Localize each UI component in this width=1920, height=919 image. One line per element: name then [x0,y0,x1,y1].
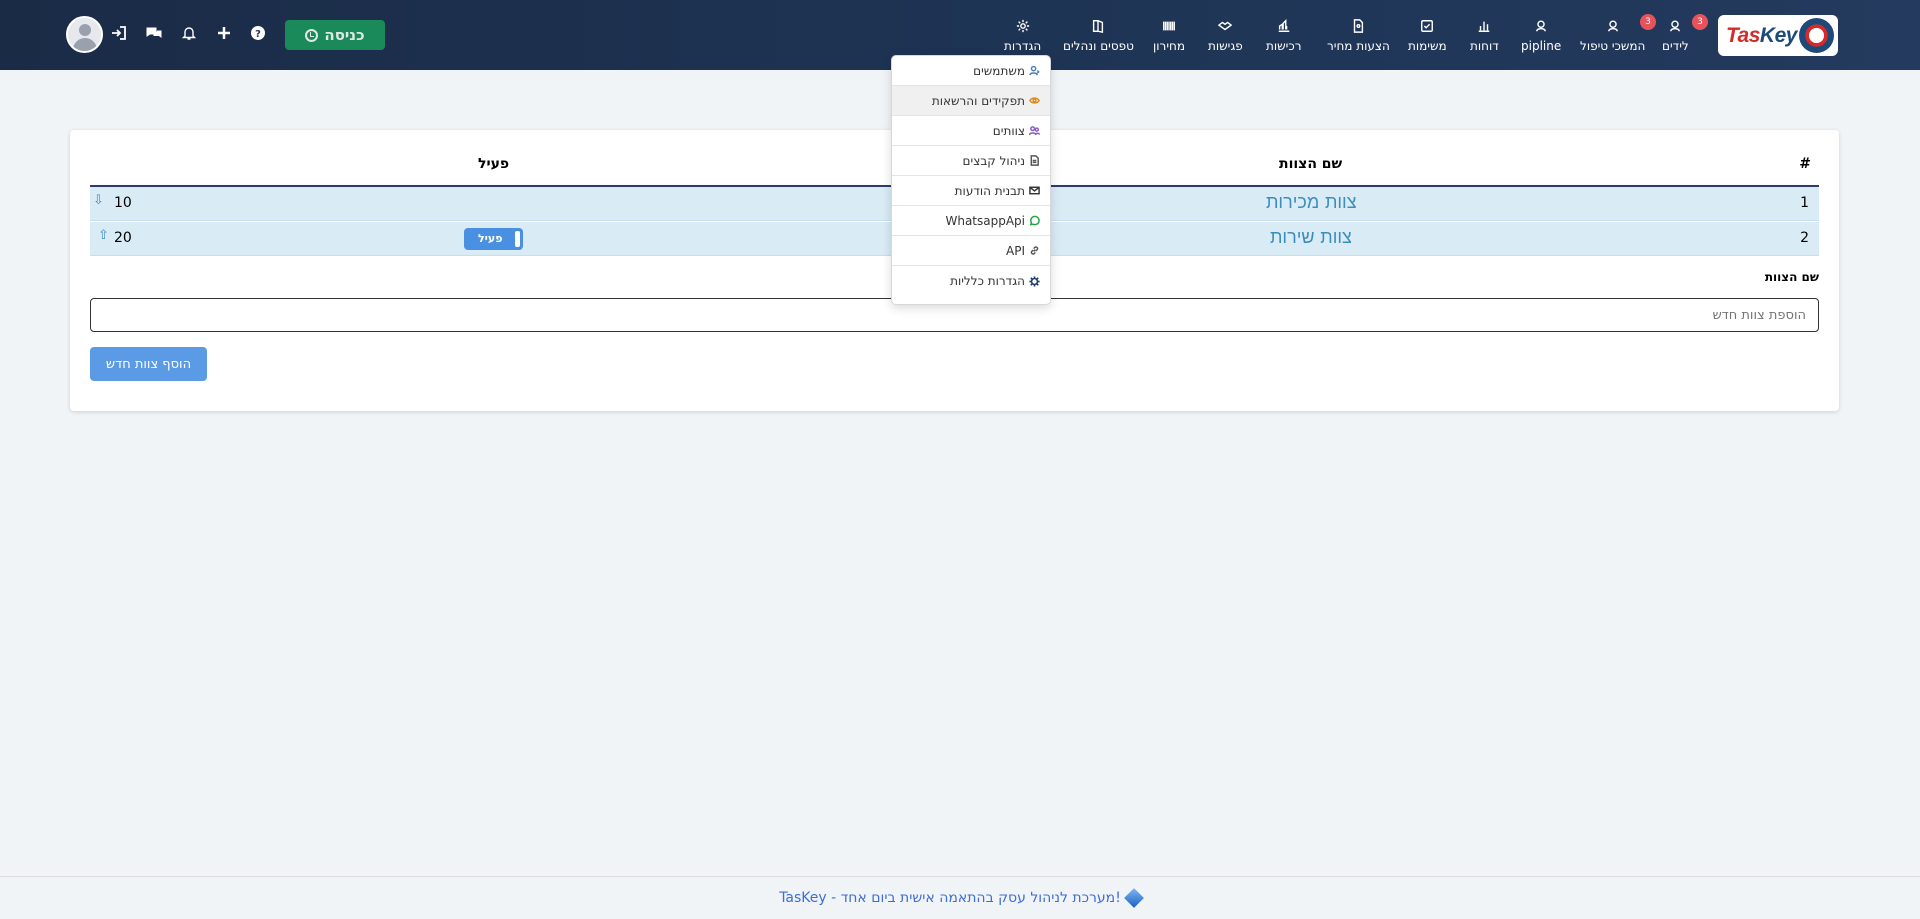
sort-down-icon[interactable]: ⇩ [93,193,104,208]
header-team-name: שם הצוות [1279,156,1343,172]
sort-order: 10 [114,195,132,211]
user-icon [1533,18,1549,34]
menu-item-users[interactable]: משתמשים [892,56,1050,86]
team-name-link[interactable]: צוות שירות [1270,227,1352,248]
menu-item-teams[interactable]: צוותים [892,116,1050,146]
nav-item-leads[interactable]: 3 לידים [1662,14,1708,58]
user-icon [1667,18,1683,34]
svg-text:?: ? [255,29,261,40]
header-active: פעיל [478,156,510,172]
envelope-icon [1028,185,1040,197]
leads-badge: 3 [1692,14,1708,30]
logo-mark-icon [1799,18,1834,53]
help-icon[interactable]: ? [249,24,267,42]
handshake-icon [1217,18,1233,34]
chat-icon[interactable] [145,24,163,42]
bell-icon[interactable] [180,24,198,42]
taskey-logo[interactable]: TasKey [1718,15,1838,56]
menu-item-files[interactable]: ניהול קבצים [892,146,1050,176]
nav-item-meetings[interactable]: פגישות [1208,18,1243,58]
nav-item-quotes[interactable]: הצעות מחיר [1327,18,1390,58]
nav-item-pricelist[interactable]: מחירון [1153,18,1185,58]
menu-item-general-settings[interactable]: הגדרות כלליות [892,266,1050,296]
nav-item-forms[interactable]: טפסים ונהלים [1063,18,1134,58]
document-icon [1350,18,1366,34]
sort-order: 20 [114,230,132,246]
file-icon [1028,155,1040,167]
row-number: 1 [1800,195,1809,211]
team-name-link[interactable]: צוות מכירות [1266,192,1357,213]
eye-icon [1028,95,1040,107]
active-toggle[interactable]: פעיל [464,228,523,250]
link-icon [1028,245,1040,257]
followups-badge: 3 [1640,14,1656,30]
clock-icon [305,28,319,42]
add-team-button[interactable]: הוסף צוות חדש [90,347,207,381]
gear-icon [1028,275,1040,287]
row-number: 2 [1800,230,1809,246]
plus-icon[interactable] [215,24,233,42]
book-icon [1090,18,1106,34]
user-icon [1605,18,1621,34]
chart-icon [1276,18,1292,34]
team-name-label: שם הצוות [1764,270,1819,284]
footer-text[interactable]: TasKey - מערכת לניהול עסק בהתאמה אישית ב… [779,890,1121,906]
footer: TasKey - מערכת לניהול עסק בהתאמה אישית ב… [0,876,1920,919]
menu-item-api[interactable]: API [892,236,1050,266]
nav-item-purchases[interactable]: רכישות [1266,18,1301,58]
nav-item-followups[interactable]: 3 המשכי טיפול [1580,14,1656,58]
checkin-button[interactable]: כניסה [285,20,385,50]
header-num: # [1799,156,1811,172]
bar-chart-icon [1476,18,1492,34]
barcode-icon [1161,18,1177,34]
avatar[interactable] [66,16,103,53]
nav-item-pipline[interactable]: pipline [1521,18,1561,58]
settings-dropdown: משתמשים תפקידים והרשאות צוותים ניהול קבצ… [891,55,1051,305]
sign-in-icon[interactable] [110,24,128,42]
checkbox-icon [1419,18,1435,34]
menu-item-whatsapp-api[interactable]: WhatsappApi [892,206,1050,236]
menu-item-message-templates[interactable]: תבנית הודעות [892,176,1050,206]
sort-up-icon[interactable]: ⇧ [98,228,109,243]
team-icon [1028,125,1040,137]
gear-icon [1015,18,1031,34]
nav-item-settings[interactable]: הגדרות [1004,18,1041,58]
diamond-icon [1123,888,1144,908]
menu-item-roles[interactable]: תפקידים והרשאות [892,86,1050,116]
users-icon [1028,65,1040,77]
nav-item-reports[interactable]: דוחות [1470,18,1499,58]
whatsapp-icon [1028,215,1040,227]
nav-item-tasks[interactable]: משימות [1408,18,1447,58]
